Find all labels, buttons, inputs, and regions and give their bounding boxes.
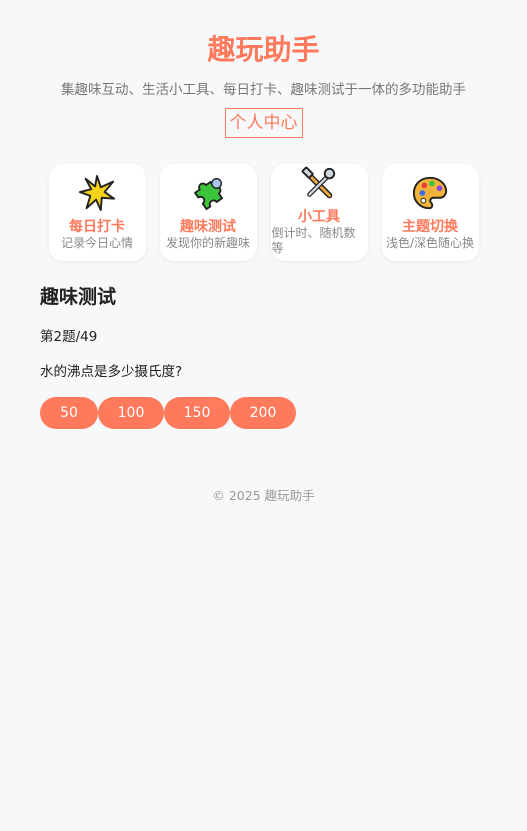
card-desc: 记录今日心情 bbox=[60, 236, 133, 250]
card-theme-switch[interactable]: 主题切换 浅色/深色随心换 bbox=[381, 164, 479, 261]
feature-cards: 每日打卡 记录今日心情 趣味测试 发现你的新趣味 小工具 倒计时、随机数等 主题… bbox=[0, 164, 527, 261]
card-fun-quiz[interactable]: 趣味测试 发现你的新趣味 bbox=[159, 164, 257, 261]
app-title: 趣玩助手 bbox=[207, 33, 320, 66]
quiz-question: 水的沸点是多少摄氏度? bbox=[40, 364, 183, 380]
card-desc: 倒计时、随机数等 bbox=[271, 226, 356, 255]
header: 趣玩助手 集趣味互动、生活小工具、每日打卡、趣味测试于一体的多功能助手 个人中心 bbox=[0, 0, 527, 138]
card-title: 每日打卡 bbox=[69, 219, 125, 235]
tools-icon bbox=[301, 166, 336, 199]
card-title: 主题切换 bbox=[402, 219, 458, 235]
card-desc: 发现你的新趣味 bbox=[165, 236, 250, 250]
option-button[interactable]: 200 bbox=[230, 397, 296, 429]
quiz-section-title: 趣味测试 bbox=[40, 286, 117, 308]
puzzle-piece-icon bbox=[194, 178, 224, 211]
card-daily-checkin[interactable]: 每日打卡 记录今日心情 bbox=[48, 164, 146, 261]
option-button[interactable]: 50 bbox=[40, 397, 98, 429]
card-title: 趣味测试 bbox=[180, 219, 236, 235]
card-title: 小工具 bbox=[298, 209, 340, 225]
card-desc: 浅色/深色随心换 bbox=[385, 236, 475, 250]
quiz-progress: 第2题/49 bbox=[40, 329, 98, 345]
option-button[interactable]: 150 bbox=[164, 397, 230, 429]
app-subtitle: 集趣味互动、生活小工具、每日打卡、趣味测试于一体的多功能助手 bbox=[61, 82, 466, 98]
quiz-section: 趣味测试 第2题/49 水的沸点是多少摄氏度? 50 100 150 200 bbox=[0, 283, 527, 429]
option-button[interactable]: 100 bbox=[98, 397, 164, 429]
star-burst-icon bbox=[78, 174, 116, 212]
quiz-options: 50 100 150 200 bbox=[40, 397, 487, 429]
palette-icon bbox=[412, 176, 448, 210]
card-small-tools[interactable]: 小工具 倒计时、随机数等 bbox=[270, 164, 368, 261]
footer-copyright: © 2025 趣玩助手 bbox=[212, 488, 315, 503]
profile-center-link[interactable]: 个人中心 bbox=[224, 108, 303, 138]
